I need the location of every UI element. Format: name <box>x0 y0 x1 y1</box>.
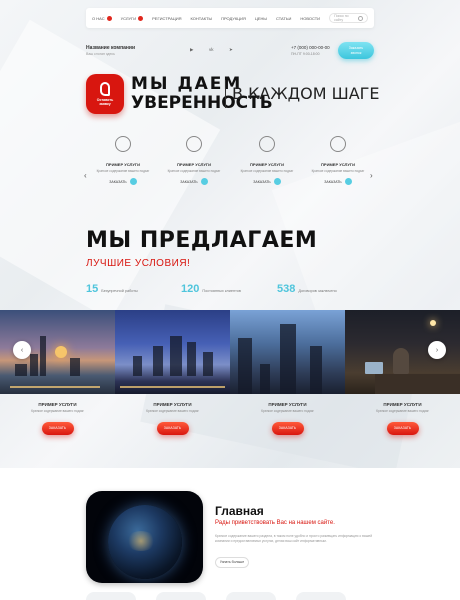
service-item: ПРИМЕР УСЛУГИ Краткое содержание вашего … <box>234 136 300 185</box>
order-button[interactable]: ЗАКАЗАТЬ <box>161 178 227 185</box>
phone-number[interactable]: +7 (000) 000-00-00 <box>291 45 330 50</box>
order-button[interactable]: ЗАКАЗАТЬ <box>41 422 74 435</box>
youtube-icon[interactable]: ▶ <box>190 47 193 53</box>
slider-next-button[interactable]: › <box>428 341 446 359</box>
service-item: ПРИМЕР УСЛУГИ Краткое содержание вашего … <box>161 136 227 185</box>
order-button[interactable]: ЗАКАЗАТЬ <box>305 178 371 185</box>
nav-item-news[interactable]: Новости <box>300 16 320 21</box>
photo-slider <box>0 310 460 394</box>
telegram-icon[interactable]: ➤ <box>229 47 233 53</box>
stat-item: 538 Договоров заключено <box>277 283 337 295</box>
services-next-arrow[interactable]: › <box>370 171 373 180</box>
slider-prev-button[interactable]: ‹ <box>13 341 31 359</box>
target-icon <box>115 136 131 152</box>
service-item: ПРИМЕР УСЛУГИ Краткое содержание вашего … <box>90 136 156 185</box>
company-info: Название компании Ваш слоган здесь <box>86 45 135 56</box>
nav-item-contacts[interactable]: Контакты <box>190 16 212 21</box>
next-section-preview <box>86 592 346 600</box>
timer-icon <box>186 136 202 152</box>
phone-block: +7 (000) 000-00-00 ПН-ПТ 9:00-18:00 <box>291 45 330 56</box>
nav-item-articles[interactable]: Статьи <box>276 16 291 21</box>
logo[interactable]: Оставить заявку <box>86 74 124 114</box>
nav-badge <box>138 15 144 21</box>
service-card: ПРИМЕР УСЛУГИ Краткое содержание вашего … <box>115 402 230 435</box>
vk-icon[interactable]: vk <box>209 47 214 52</box>
stat-item: 120 Постоянных клиентов <box>181 283 241 295</box>
learn-more-button[interactable]: Узнать больше <box>215 557 249 568</box>
search-icon[interactable] <box>358 15 363 21</box>
company-slogan: Ваш слоган здесь <box>86 52 115 56</box>
order-button[interactable]: ЗАКАЗАТЬ <box>271 422 304 435</box>
coffee-icon <box>330 136 346 152</box>
service-card: ПРИМЕР УСЛУГИ Краткое содержание вашего … <box>0 402 115 435</box>
headline-line-3: В КАЖДОМ ШАГЕ <box>232 84 380 103</box>
document-icon <box>259 136 275 152</box>
planet-image <box>86 491 203 583</box>
offer-subtitle: ЛУЧШИЕ УСЛОВИЯ! <box>86 258 191 269</box>
top-navigation: О нас Услуги Регистрация Контакты Продук… <box>86 8 374 28</box>
nav-item-products[interactable]: Продукция <box>221 16 246 21</box>
logo-icon <box>100 82 110 96</box>
service-card: ПРИМЕР УСЛУГИ Краткое содержание вашего … <box>230 402 345 435</box>
callback-button[interactable]: Заказать звонок <box>338 42 374 59</box>
photo-city-night <box>115 310 230 394</box>
services-prev-arrow[interactable]: ‹ <box>84 171 87 180</box>
nav-badge <box>106 15 112 21</box>
search-input[interactable]: Поиск по сайту <box>329 13 368 23</box>
service-card: ПРИМЕР УСЛУГИ Краткое содержание вашего … <box>345 402 460 435</box>
order-button[interactable]: ЗАКАЗАТЬ <box>90 178 156 185</box>
nav-item-prices[interactable]: Цены <box>255 16 267 21</box>
phone-hours: ПН-ПТ 9:00-18:00 <box>291 52 320 56</box>
order-button[interactable]: ЗАКАЗАТЬ <box>386 422 419 435</box>
offer-title: МЫ ПРЕДЛАГАЕМ <box>86 228 318 253</box>
order-button[interactable]: ЗАКАЗАТЬ <box>234 178 300 185</box>
company-name: Название компании <box>86 45 136 51</box>
welcome-title: Главная <box>215 504 264 518</box>
service-item: ПРИМЕР УСЛУГИ Краткое содержание вашего … <box>305 136 371 185</box>
nav-item-registration[interactable]: Регистрация <box>152 16 181 21</box>
nav-item-services[interactable]: Услуги <box>121 15 144 21</box>
welcome-text: Краткое содержание вашего раздела, в так… <box>215 534 373 543</box>
stat-item: 15 Безупречной работы <box>86 283 138 295</box>
order-button[interactable]: ЗАКАЗАТЬ <box>156 422 189 435</box>
nav-item-about[interactable]: О нас <box>92 15 112 21</box>
welcome-subtitle: Рады приветствовать Вас на нашем сайте. <box>215 520 335 526</box>
headline-divider <box>225 80 226 108</box>
photo-skyscrapers <box>230 310 345 394</box>
